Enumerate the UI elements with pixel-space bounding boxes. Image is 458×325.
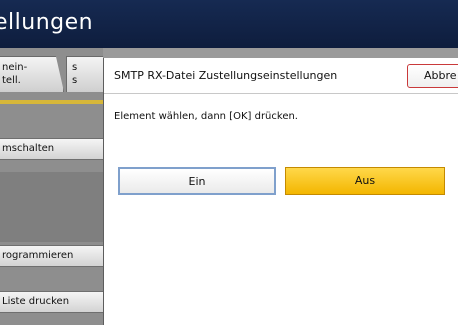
switch-button[interactable]: mschalten: [0, 138, 103, 160]
blank-area: [0, 172, 103, 242]
option-on-button[interactable]: Ein: [118, 167, 276, 195]
tab-label-line2: s: [72, 75, 78, 86]
tab-underline: [0, 100, 103, 104]
left-panel: nein- tell. s s mschalten rogrammieren L…: [0, 48, 103, 325]
settings-dialog: SMTP RX-Datei Zustellungseinstellungen A…: [103, 58, 458, 325]
print-list-button[interactable]: Liste drucken: [0, 291, 103, 313]
page-title: ellungen: [0, 10, 94, 35]
cancel-button[interactable]: Abbre: [407, 64, 458, 88]
tab-label-line2: tell.: [2, 75, 21, 86]
tab-label-line1: nein-: [2, 62, 28, 73]
dialog-header: SMTP RX-Datei Zustellungseinstellungen A…: [104, 58, 458, 94]
tab-general-settings[interactable]: nein- tell.: [0, 56, 64, 92]
option-off-button[interactable]: Aus: [285, 167, 445, 195]
tab-row: nein- tell. s s: [0, 56, 103, 104]
instruction-text: Element wählen, dann [OK] drücken.: [114, 111, 298, 122]
title-bar: ellungen: [0, 0, 458, 48]
tab-label-line1: s: [72, 62, 78, 73]
program-button[interactable]: rogrammieren: [0, 245, 103, 267]
dialog-title: SMTP RX-Datei Zustellungseinstellungen: [114, 69, 338, 82]
tab-second[interactable]: s s: [66, 56, 103, 92]
